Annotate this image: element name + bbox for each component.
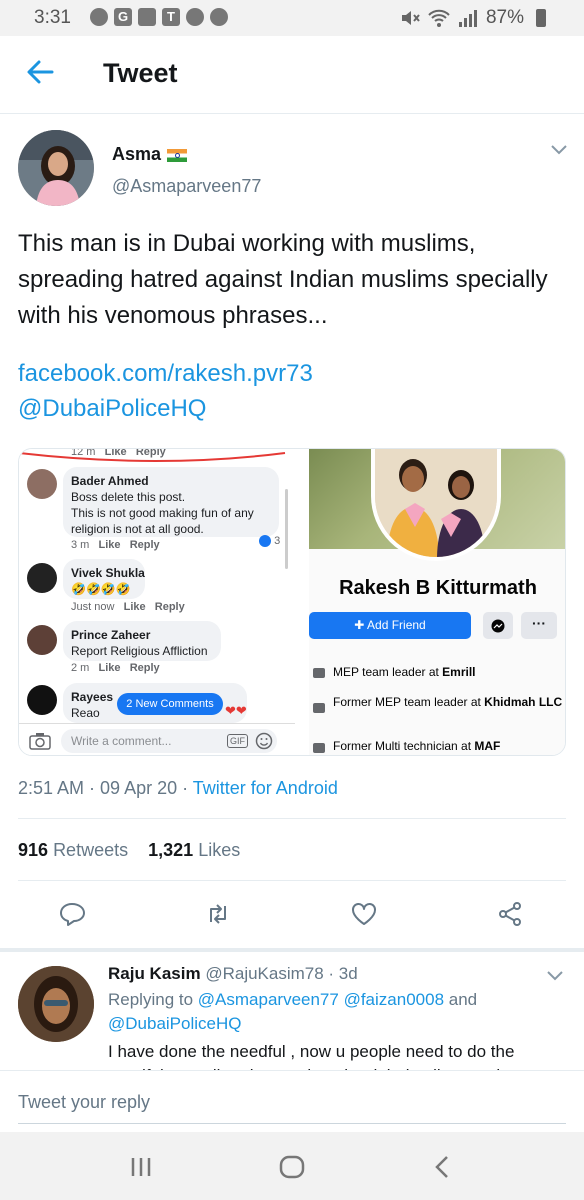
reply-avatar-image	[18, 966, 94, 1042]
briefcase-icon	[313, 743, 325, 753]
comment-prince: Prince Zaheer Report Religious Afflictio…	[71, 628, 208, 658]
work-item: Former Multi technician at MAF	[333, 739, 501, 753]
comment-meta: Just now Like Reply	[71, 601, 185, 613]
circle-badge-icon	[90, 8, 108, 26]
page-title: Tweet	[103, 58, 178, 88]
signal-icon	[458, 10, 477, 27]
comment-meta: 2 m Like Reply	[71, 662, 160, 674]
gif-button[interactable]: GIF	[227, 734, 248, 748]
bag-icon	[186, 8, 204, 26]
back-arrow-icon[interactable]	[26, 58, 54, 86]
home-icon[interactable]	[277, 1152, 307, 1182]
hearts: ❤❤	[225, 703, 247, 718]
mention-link[interactable]: @DubaiPoliceHQ	[108, 1014, 241, 1033]
mute-icon	[401, 11, 420, 25]
reaction-count: 3	[259, 535, 280, 548]
author-avatar[interactable]	[18, 130, 94, 206]
more-button[interactable]: ···	[521, 612, 557, 639]
back-icon[interactable]	[428, 1152, 458, 1182]
comment-rayees: Rayees Reao	[71, 690, 114, 720]
tweet-actions	[0, 890, 584, 940]
divider	[18, 818, 566, 819]
work-item: Former MEP team leader at Khidmah LLC	[333, 695, 563, 709]
tweet-media[interactable]: 12 m Like Reply Bader Ahmed Boss delete …	[18, 448, 566, 756]
google-icon: G	[114, 8, 132, 26]
chevron-down-icon[interactable]	[550, 144, 568, 156]
notification-icons: G T	[90, 8, 228, 26]
system-nav-bar	[0, 1132, 584, 1200]
add-person-icon: ✚	[354, 618, 368, 632]
tweet-timestamp: 2:51 AM · 09 Apr 20 · Twitter for Androi…	[18, 778, 338, 798]
wifi-icon	[428, 9, 450, 27]
reply-icon[interactable]	[58, 900, 86, 928]
comment-avatar	[27, 563, 57, 593]
messenger-button[interactable]	[483, 612, 513, 639]
scrollbar[interactable]	[285, 489, 288, 569]
retweet-icon[interactable]	[204, 900, 232, 928]
briefcase-icon	[313, 703, 325, 713]
status-time: 3:31	[34, 7, 71, 28]
work-item: MEP team leader at Emrill	[333, 665, 476, 679]
status-bar: 3:31 G T 87%	[0, 0, 584, 36]
avatar-image	[18, 130, 94, 206]
reply-author[interactable]: Raju Kasim @RajuKasim78 · 3d	[108, 964, 358, 984]
comment-avatar	[27, 625, 57, 655]
camera-icon[interactable]	[29, 732, 51, 750]
comment-bader: Bader Ahmed Boss delete this post. This …	[71, 474, 254, 536]
gallery-icon	[138, 8, 156, 26]
app-bar: Tweet	[0, 36, 584, 114]
system-icons: 87%	[400, 7, 546, 29]
india-flag-icon	[167, 148, 188, 162]
reply-input[interactable]: Tweet your reply	[18, 1092, 150, 1113]
emoji-icon[interactable]	[255, 732, 273, 750]
recents-icon[interactable]	[126, 1152, 156, 1182]
new-comments-pill[interactable]: 2 New Comments	[117, 693, 223, 715]
share-icon[interactable]	[496, 900, 524, 928]
divider	[18, 880, 566, 881]
tweet-author: Asma @Asmaparveen77	[0, 114, 584, 214]
tweet-text: This man is in Dubai working with muslim…	[18, 230, 548, 329]
write-comment-bar: Write a comment... GIF	[19, 723, 295, 755]
retweets-stat[interactable]: 916 Retweets	[18, 840, 128, 860]
comment-avatar	[27, 685, 57, 715]
profile-name: Rakesh B Kitturmath	[339, 577, 537, 599]
tmobile-icon: T	[162, 8, 180, 26]
like-icon[interactable]	[350, 900, 378, 928]
tweet-detail-screen: 3:31 G T 87% Tweet Asma @Asmaparveen77 T…	[0, 0, 584, 1200]
battery-percent: 87%	[485, 7, 524, 28]
tweet-source[interactable]: Twitter for Android	[193, 778, 338, 798]
replying-to: Replying to @Asmaparveen77 @faizan0008 a…	[108, 990, 478, 1033]
bag-icon	[210, 8, 228, 26]
comment-vivek: Vivek Shukla 🤣🤣🤣🤣	[71, 566, 145, 596]
reply-tweet[interactable]: Raju Kasim @RajuKasim78 · 3d Replying to…	[0, 952, 584, 1070]
reply-text: I have done the needful , now u people n…	[108, 1042, 515, 1070]
facebook-link[interactable]: facebook.com/rakesh.pvr73	[18, 360, 313, 388]
messenger-icon	[491, 619, 505, 633]
reply-underline	[18, 1123, 566, 1124]
comment-avatar	[27, 469, 57, 499]
battery-icon	[536, 9, 546, 27]
mention-link[interactable]: @faizan0008	[344, 990, 444, 1009]
mention-link[interactable]: @DubaiPoliceHQ	[18, 395, 206, 423]
author-handle[interactable]: @Asmaparveen77	[112, 176, 261, 197]
likes-stat[interactable]: 1,321 Likes	[148, 840, 240, 860]
reply-avatar[interactable]	[18, 966, 94, 1042]
mention-link[interactable]: @Asmaparveen77	[198, 990, 339, 1009]
author-name-text: Asma	[112, 144, 162, 164]
briefcase-icon	[313, 668, 325, 678]
reply-composer[interactable]: Tweet your reply	[0, 1070, 584, 1132]
author-name[interactable]: Asma	[112, 144, 188, 165]
chevron-down-icon[interactable]	[546, 970, 564, 982]
media-comments-screenshot[interactable]: 12 m Like Reply Bader Ahmed Boss delete …	[19, 449, 295, 755]
tweet-stats: 916 Retweets 1,321 Likes	[18, 840, 240, 861]
couple-photo	[375, 449, 497, 557]
add-friend-button[interactable]: ✚ Add Friend	[309, 612, 471, 639]
comment-meta: 3 m Like Reply	[71, 539, 160, 551]
media-profile-screenshot[interactable]: Rakesh B Kitturmath ✚ Add Friend ··· MEP…	[309, 449, 565, 755]
